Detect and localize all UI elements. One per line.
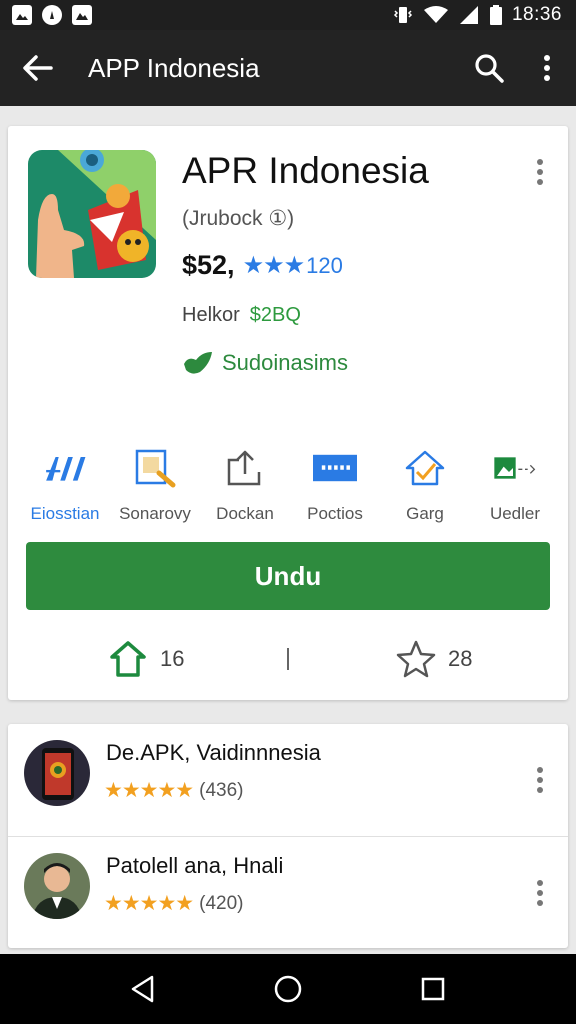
category-label: Garg (406, 504, 444, 523)
share-icon (110, 641, 146, 677)
category-label: Sonarovy (119, 504, 191, 523)
list-item[interactable]: Patolell ana, Hnali ★★★★★ (420) (8, 836, 568, 948)
system-nav-bar (0, 954, 576, 1024)
list-item-rating: ★★★★★ (420) (104, 891, 244, 916)
helper-label: Helkor (182, 304, 240, 326)
category-row: Eiosstian Sonarovy Dockan Poctios Garg U… (20, 446, 560, 524)
star-icon (396, 640, 436, 678)
app-title: APR Indonesia (182, 150, 429, 191)
app-detail-card: APR Indonesia (Jrubock ①) $52, ★★★ 120 H… (8, 126, 568, 700)
related-apps-card: De.APK, Vaidinnnesia ★★★★★ (436) Patolel… (8, 724, 568, 948)
recents-nav-icon[interactable] (403, 959, 463, 1019)
bars-chart-icon (43, 446, 87, 490)
rating-count: 120 (306, 252, 343, 278)
edit-document-icon (133, 446, 177, 490)
rating-stars: ★★★ (242, 252, 306, 279)
stats-row: 16 28 (8, 634, 568, 684)
more-vert-icon[interactable] (530, 760, 550, 800)
leaf-check-icon (184, 352, 212, 374)
app-notification-icon (42, 5, 62, 25)
home-nav-icon[interactable] (258, 959, 318, 1019)
status-bar: 18:36 (0, 0, 576, 30)
app-developer[interactable]: (Jrubock ①) (182, 206, 294, 231)
vibrate-icon (393, 7, 413, 23)
list-item-rating: ★★★★★ (436) (104, 778, 244, 803)
category-label: Uedler (489, 504, 541, 523)
category-label: Dockan (216, 504, 274, 523)
app-price: $52, (182, 250, 235, 280)
cell-signal-icon (459, 6, 478, 24)
avatar (24, 740, 90, 806)
toolbar-title: APP Indonesia (88, 52, 260, 83)
category-item[interactable]: Garg (380, 446, 470, 524)
helper-value: $2BQ (249, 304, 301, 326)
category-label: Eiosstian (30, 504, 100, 523)
category-item[interactable]: Uedler (470, 446, 560, 524)
helper-row: Helkor $2BQ (182, 304, 301, 327)
back-icon[interactable] (0, 30, 76, 106)
keyboard-icon (313, 446, 357, 490)
search-icon[interactable] (460, 30, 518, 106)
category-item[interactable]: Sonarovy (110, 446, 200, 524)
home-check-icon (403, 446, 447, 490)
more-vert-icon[interactable] (530, 152, 550, 192)
star-count: 28 (448, 646, 473, 671)
wifi-icon (423, 6, 448, 23)
stats-divider (287, 648, 289, 670)
list-item-title: Patolell ana, Hnali (106, 853, 284, 878)
list-item-title: De.APK, Vaidinnnesia (106, 740, 321, 765)
share-stat[interactable]: 16 (108, 641, 184, 677)
more-vert-icon[interactable] (518, 30, 576, 106)
more-vert-icon[interactable] (530, 873, 550, 913)
image-arrow-icon (493, 446, 537, 490)
star-stat[interactable]: 28 (396, 640, 472, 678)
list-item-count: (420) (199, 892, 244, 914)
verified-row: Sudoinasims (182, 350, 348, 376)
status-time: 18:36 (511, 4, 562, 25)
list-item-count: (436) (199, 779, 244, 801)
app-icon (28, 150, 156, 278)
toolbar: APP Indonesia (0, 30, 576, 106)
back-nav-icon[interactable] (113, 959, 173, 1019)
price-rating-row: $52, ★★★ 120 (182, 250, 343, 281)
list-item-stars: ★★★★★ (104, 892, 194, 915)
category-item[interactable]: Eiosstian (20, 446, 110, 524)
verified-label: Sudoinasims (222, 350, 348, 375)
share-count: 16 (160, 646, 185, 671)
photo-notification-icon (72, 5, 92, 25)
list-item[interactable]: De.APK, Vaidinnnesia ★★★★★ (436) (8, 724, 568, 836)
category-label: Poctios (307, 504, 363, 523)
list-item-stars: ★★★★★ (104, 779, 194, 802)
avatar (24, 853, 90, 919)
category-item[interactable]: Dockan (200, 446, 290, 524)
gallery-notification-icon (12, 5, 32, 25)
category-item[interactable]: Poctios (290, 446, 380, 524)
install-button[interactable]: Undu (26, 542, 550, 610)
battery-icon (489, 5, 502, 25)
upload-icon (223, 446, 267, 490)
